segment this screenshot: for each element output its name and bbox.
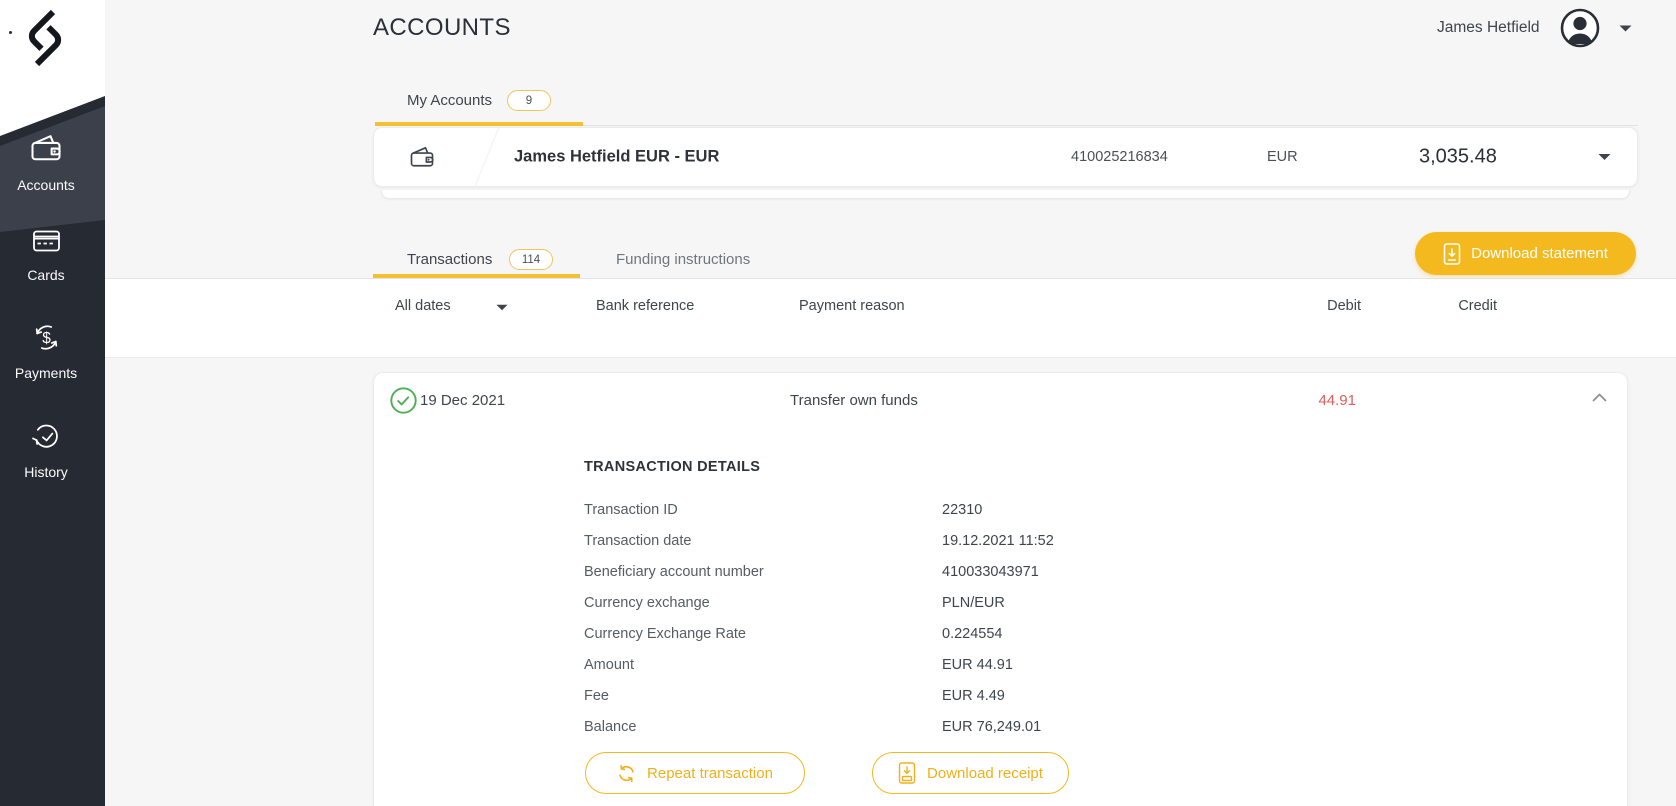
detail-label: Amount [584,657,634,673]
detail-label: Transaction date [584,533,692,549]
transaction-card: 19 Dec 2021 Transfer own funds 44.91 TRA… [373,372,1628,806]
detail-row: Transaction ID 22310 [584,502,1484,533]
avatar[interactable] [1560,8,1600,48]
collapse-chevron-up-icon[interactable] [1592,393,1607,402]
account-chevron-down-icon[interactable] [1598,154,1611,161]
detail-label: Currency Exchange Rate [584,626,746,642]
sidebar-item-label: History [24,464,68,480]
repeat-transaction-label: Repeat transaction [647,764,773,782]
account-currency: EUR [1267,149,1298,165]
column-bank-reference: Bank reference [596,298,695,314]
transaction-details-list: Transaction ID 22310 Transaction date 19… [584,502,1484,750]
sidebar-item-cards[interactable]: Cards [0,226,92,283]
detail-value: EUR 4.49 [942,688,1005,704]
account-name: James Hetfield EUR - EUR [514,147,720,166]
download-receipt-button[interactable]: Download receipt [872,752,1069,794]
column-debit: Debit [1327,298,1361,314]
detail-value: 19.12.2021 11:52 [942,533,1054,549]
app-window: Accounts Cards $ Payments History ACCOUN… [0,0,1676,806]
detail-label: Beneficiary account number [584,564,764,580]
transaction-details-title: TRANSACTION DETAILS [584,459,761,475]
download-statement-button[interactable]: Download statement [1415,232,1636,275]
download-statement-label: Download statement [1471,245,1608,262]
icon-divider [473,126,500,190]
detail-row: Beneficiary account number 410033043971 [584,564,1484,595]
detail-label: Currency exchange [584,595,710,611]
detail-label: Transaction ID [584,502,678,518]
sidebar-item-history[interactable]: History [0,420,92,480]
transactions-header-band: All dates Bank reference Payment reason … [105,278,1676,358]
credit-card-icon [32,230,60,252]
transactions-count-badge: 114 [509,249,553,270]
transaction-success-icon [390,387,417,414]
detail-row: Currency Exchange Rate 0.224554 [584,626,1484,657]
active-tab-underline [373,274,580,278]
detail-row: Currency exchange PLN/EUR [584,595,1484,626]
sidebar-item-label: Cards [27,267,65,283]
detail-value: PLN/EUR [942,595,1005,611]
history-icon [31,424,58,448]
detail-label: Balance [584,719,637,735]
svg-text:$: $ [42,330,51,347]
download-receipt-label: Download receipt [927,764,1043,782]
tab-transactions[interactable]: Transactions [407,251,492,268]
sidebar-item-label: Payments [14,365,78,381]
sidebar: Accounts Cards $ Payments History [0,0,105,806]
detail-row: Fee EUR 4.49 [584,688,1484,719]
receipt-document-icon [898,762,916,784]
detail-value: 410033043971 [942,564,1039,580]
detail-label: Fee [584,688,609,704]
detail-value: EUR 44.91 [942,657,1013,673]
sidebar-item-payments[interactable]: $ Payments [0,321,92,381]
sidebar-item-label: Accounts [17,177,75,193]
wallet-icon [31,135,61,161]
wallet-icon [410,146,434,167]
detail-row: Transaction date 19.12.2021 11:52 [584,533,1484,564]
currency-exchange-icon: $ [35,325,57,350]
user-name: James Hetfield [1437,19,1540,36]
detail-value: EUR 76,249.01 [942,719,1042,735]
refresh-icon [619,764,634,782]
date-filter-dropdown[interactable]: All dates [395,298,451,314]
account-row[interactable]: James Hetfield EUR - EUR 410025216834 EU… [373,126,1638,190]
sidebar-item-accounts[interactable]: Accounts [0,130,92,193]
column-credit: Credit [1458,298,1497,314]
active-tab-underline [375,122,583,126]
next-account-card-edge[interactable] [381,190,1630,199]
date-filter-chevron-down-icon[interactable] [496,304,508,311]
user-menu-chevron-down-icon[interactable] [1619,25,1632,32]
app-logo-icon [28,9,62,67]
page-title: ACCOUNTS [373,14,511,41]
cursor-dot [9,31,12,34]
transaction-reason: Transfer own funds [790,392,918,409]
transaction-date: 19 Dec 2021 [420,392,506,409]
tab-my-accounts[interactable]: My Accounts [407,92,492,109]
tab-row-divider [583,125,1638,126]
detail-row: Balance EUR 76,249.01 [584,719,1484,750]
statement-document-icon [1443,242,1461,265]
my-accounts-count-badge: 9 [507,90,551,111]
detail-value: 22310 [942,502,983,518]
account-number: 410025216834 [1071,149,1168,165]
account-balance: 3,035.48 [1419,145,1497,168]
detail-row: Amount EUR 44.91 [584,657,1484,688]
transaction-debit-amount: 44.91 [1318,392,1356,409]
repeat-transaction-button[interactable]: Repeat transaction [585,752,805,794]
detail-value: 0.224554 [942,626,1003,642]
tab-funding-instructions[interactable]: Funding instructions [616,251,750,268]
column-payment-reason: Payment reason [799,298,905,314]
